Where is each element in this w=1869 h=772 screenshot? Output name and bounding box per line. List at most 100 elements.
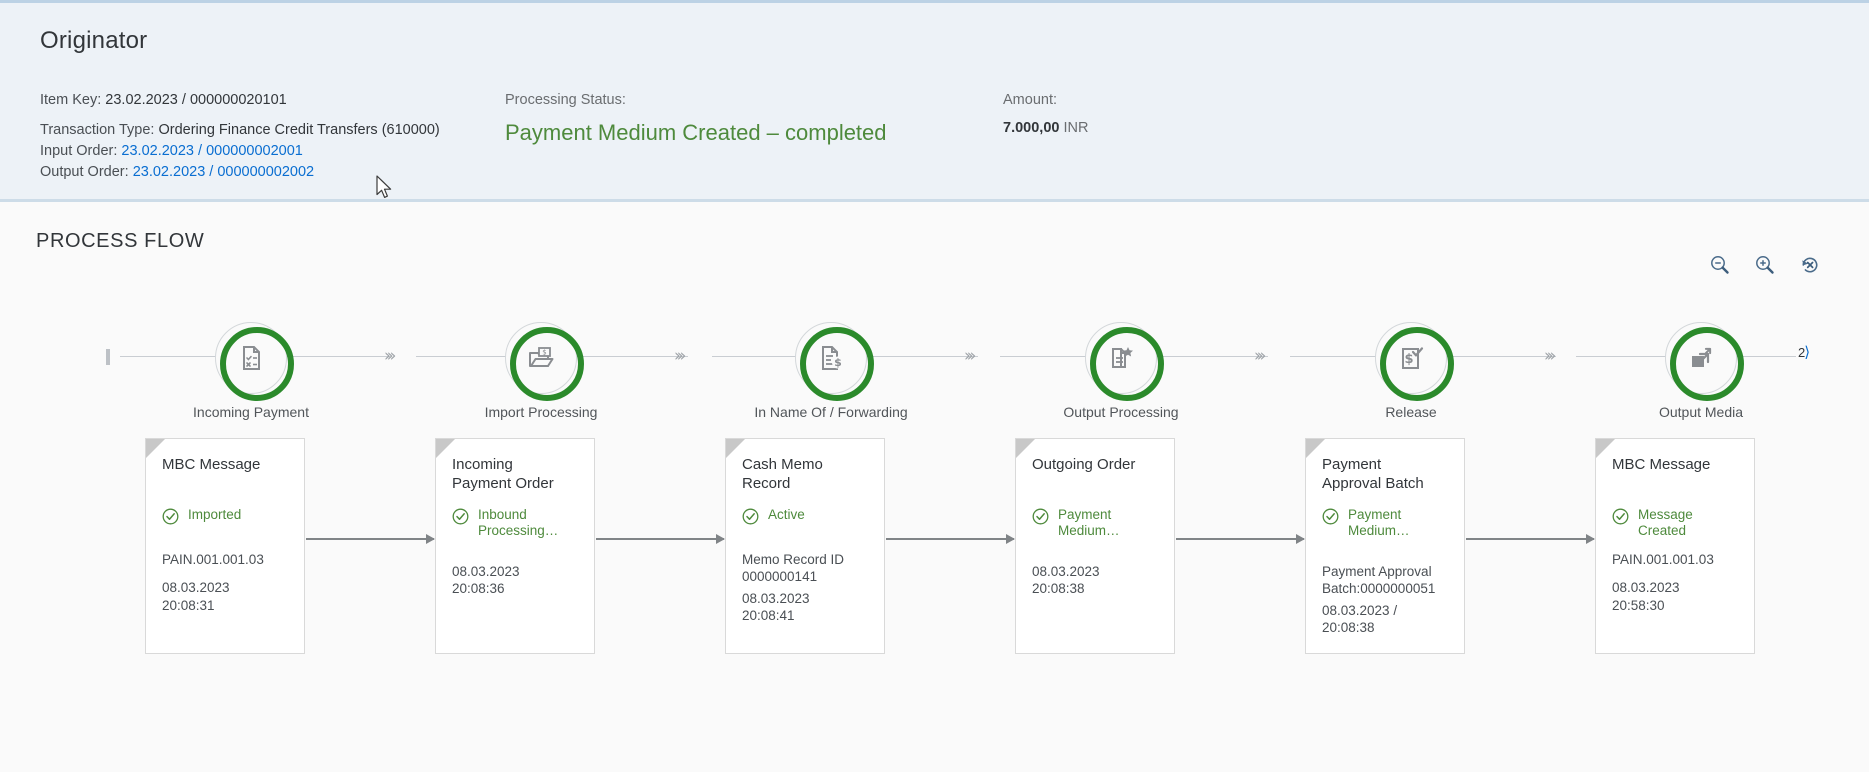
processing-status-label: Processing Status: (505, 92, 626, 108)
flow-card-incoming-payment-order[interactable]: Incoming Payment Order Inbound Processin… (435, 438, 595, 654)
input-order-link[interactable]: 23.02.2023 / 000000002001 (121, 143, 302, 159)
section-title: PROCESS FLOW (36, 230, 205, 252)
node-ring[interactable]: $ (1375, 322, 1454, 401)
flow-card-row: MBC Message Imported PAIN.001.001.03 08.… (0, 438, 1869, 678)
flow-node-incoming-payment[interactable]: Incoming Payment (193, 322, 309, 420)
card-meta: 08.03.2023 20:08:38 (1032, 563, 1166, 598)
flow-node-output-media[interactable]: Output Media (1659, 322, 1744, 420)
folder-money-icon: $ (526, 343, 556, 373)
flow-node-label: Incoming Payment (193, 404, 309, 420)
card-meta-line: 08.03.2023 / 20:08:38 (1322, 602, 1398, 635)
zoom-out-icon[interactable] (1709, 254, 1731, 276)
rail-segment (576, 356, 688, 357)
card-title: MBC Message (1612, 456, 1711, 473)
node-ring[interactable]: $ (795, 322, 874, 401)
card-title: Outgoing Order (1032, 456, 1136, 473)
process-flow-section: PROCESS FLOW ››› ››› ››› ››› ››› Incomin… (0, 202, 1869, 769)
card-meta-line: 08.03.2023 20:58:30 (1612, 580, 1680, 613)
flow-card-mbc-message-in[interactable]: MBC Message Imported PAIN.001.001.03 08.… (145, 438, 305, 654)
flow-start-marker (106, 349, 110, 365)
flow-node-output-processing[interactable]: Output Processing (1063, 322, 1179, 420)
card-status-text: Payment Medium… (1058, 507, 1120, 539)
card-status: Payment Medium… (1032, 507, 1166, 540)
card-meta: PAIN.001.001.03 08.03.2023 20:58:30 (1612, 551, 1746, 614)
card-status-text: Inbound Processing… (478, 507, 559, 539)
flow-rail: ››› ››› ››› ››› ››› Incoming Payment $ I… (0, 302, 1869, 420)
rail-segment (1290, 356, 1388, 357)
node-ring[interactable] (1665, 322, 1744, 401)
flow-node-label: In Name Of / Forwarding (754, 404, 908, 420)
status-check-icon (452, 508, 469, 525)
amount-label: Amount: (1003, 92, 1057, 108)
card-meta-line: Payment Approval Batch:0000000051 (1322, 564, 1436, 597)
next-page-indicator[interactable]: 2⟩ (1798, 343, 1810, 361)
card-meta-line: 08.03.2023 20:08:31 (162, 580, 230, 613)
card-connector-arrow (1466, 534, 1595, 544)
flow-card-cash-memo-record[interactable]: Cash Memo Record Active Memo Record ID 0… (725, 438, 885, 654)
amount-value-row: 7.000,00 INR (1003, 120, 1088, 136)
output-order-link[interactable]: 23.02.2023 / 000000002002 (133, 164, 314, 180)
flow-card-payment-approval-batch[interactable]: Payment Approval Batch Payment Medium… P… (1305, 438, 1465, 654)
input-order-row: Input Order: 23.02.2023 / 000000002001 (40, 141, 440, 162)
amount-currency: INR (1063, 120, 1089, 137)
flow-chevron-icon: ››› (1254, 346, 1266, 366)
card-status: Payment Medium… (1322, 507, 1456, 540)
input-order-label: Input Order: (40, 143, 118, 160)
rail-segment (286, 356, 390, 357)
output-order-label: Output Order: (40, 163, 129, 180)
page-title: Originator (40, 27, 148, 54)
card-status-text: Payment Medium… (1348, 507, 1410, 539)
rail-segment (1156, 356, 1268, 357)
rail-segment (1576, 356, 1676, 357)
card-connector-arrow (596, 534, 725, 544)
transaction-type-row: Transaction Type: Ordering Finance Credi… (40, 120, 440, 141)
card-meta-line: PAIN.001.001.03 (162, 552, 264, 567)
card-connector-arrow (886, 534, 1015, 544)
flow-chevron-icon: ››› (674, 346, 686, 366)
square-arrow-out-icon (1686, 343, 1716, 373)
flow-node-in-name-of-forwarding[interactable]: $ In Name Of / Forwarding (754, 322, 908, 420)
flow-card-outgoing-order[interactable]: Outgoing Order Payment Medium… 08.03.202… (1015, 438, 1175, 654)
item-key-row: Item Key: 23.02.2023 / 000000020101 (40, 89, 440, 111)
reset-zoom-icon[interactable] (1799, 254, 1821, 276)
card-title: Incoming Payment Order (452, 456, 554, 493)
node-ring[interactable] (215, 322, 294, 401)
zoom-in-icon[interactable] (1754, 254, 1776, 276)
next-page-number: 2 (1798, 345, 1805, 360)
card-title: MBC Message (162, 456, 261, 473)
rail-segment (712, 356, 808, 357)
flow-node-label: Release (1385, 404, 1437, 420)
document-dollar-icon: $ (816, 343, 846, 373)
header-key-details: Item Key: 23.02.2023 / 000000020101 Tran… (40, 89, 440, 182)
amount-value: 7.000,00 (1003, 120, 1060, 137)
output-order-row: Output Order: 23.02.2023 / 000000002002 (40, 162, 440, 183)
status-check-icon (1612, 508, 1629, 525)
card-meta: Memo Record ID 0000000141 08.03.2023 20:… (742, 551, 876, 624)
status-check-icon (162, 508, 179, 525)
card-meta-line: Memo Record ID 0000000141 (742, 552, 845, 585)
card-status-text: Imported (188, 507, 242, 522)
status-check-icon (742, 508, 759, 525)
card-meta-line: 08.03.2023 20:08:41 (742, 590, 810, 623)
transaction-type-label: Transaction Type: (40, 122, 155, 139)
flow-node-release[interactable]: $ Release (1375, 322, 1454, 420)
processing-status-value: Payment Medium Created – completed (505, 120, 887, 146)
originator-header: Originator Item Key: 23.02.2023 / 000000… (0, 0, 1869, 202)
node-ring[interactable] (1085, 322, 1164, 401)
amount-block: Amount: 7.000,00 INR (1003, 89, 1088, 136)
processing-status-block: Processing Status: Payment Medium Create… (505, 89, 887, 146)
document-checklist-icon (236, 343, 266, 373)
document-star-icon (1106, 343, 1136, 373)
card-status: Inbound Processing… (452, 507, 586, 540)
svg-text:$: $ (834, 356, 842, 369)
card-title: Cash Memo Record (742, 456, 823, 493)
flow-node-import-processing[interactable]: $ Import Processing (485, 322, 597, 420)
card-meta-line: 08.03.2023 20:08:38 (1032, 564, 1100, 597)
node-ring[interactable]: $ (505, 322, 584, 401)
card-status: Imported (162, 507, 296, 525)
flow-chevron-icon: ››› (964, 346, 976, 366)
flow-chevron-icon: ››› (384, 346, 396, 366)
rail-segment (1444, 356, 1556, 357)
flow-card-mbc-message-out[interactable]: MBC Message Message Created PAIN.001.001… (1595, 438, 1755, 654)
card-meta: Payment Approval Batch:0000000051 08.03.… (1322, 563, 1456, 636)
